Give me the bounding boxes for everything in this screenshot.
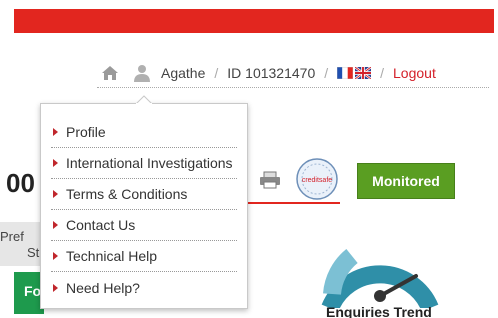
preferences-label-line2: St	[27, 245, 40, 260]
top-banner	[14, 9, 494, 33]
badge-text: creditsafe	[302, 177, 332, 184]
menu-item-label: Contact Us	[66, 217, 136, 233]
flag-gb-icon[interactable]	[355, 66, 372, 79]
language-flags	[337, 66, 372, 79]
arrow-right-icon	[53, 190, 58, 198]
menu-list: Profile International Investigations Ter…	[41, 104, 247, 303]
user-dropdown-menu: Profile International Investigations Ter…	[40, 103, 248, 309]
heading-underline	[248, 202, 340, 204]
user-id: ID 101321470	[227, 64, 316, 81]
separator: /	[380, 64, 385, 81]
menu-item-contact-us[interactable]: Contact Us	[51, 210, 237, 241]
arrow-right-icon	[53, 221, 58, 229]
arrow-right-icon	[53, 128, 58, 136]
green-action-label: Fo	[24, 283, 42, 299]
menu-item-technical-help[interactable]: Technical Help	[51, 241, 237, 272]
logout-link[interactable]: Logout	[393, 65, 436, 81]
arrow-right-icon	[53, 283, 58, 292]
flag-fr-icon[interactable]	[337, 66, 354, 79]
menu-item-label: Terms & Conditions	[66, 186, 188, 202]
username[interactable]: Agathe	[161, 65, 205, 81]
home-icon[interactable]	[101, 65, 119, 81]
menu-item-profile[interactable]: Profile	[51, 117, 237, 148]
menu-item-label: Technical Help	[66, 248, 158, 264]
menu-item-label: Profile	[66, 124, 106, 140]
arrow-right-icon	[53, 252, 58, 260]
preferences-label: Pref	[0, 229, 24, 244]
menu-item-international-investigations[interactable]: International Investigations	[51, 148, 237, 179]
monitored-button[interactable]: Monitored	[357, 163, 455, 199]
menu-item-label: International Investigations	[66, 155, 233, 171]
menu-item-terms[interactable]: Terms & Conditions	[51, 179, 237, 210]
gauge-title: Enquiries Trend	[326, 304, 432, 318]
printer-icon[interactable]	[259, 171, 281, 189]
dropdown-caret	[136, 95, 152, 104]
arrow-right-icon	[53, 159, 58, 167]
creditsafe-badge-icon[interactable]: creditsafe	[295, 157, 339, 201]
user-bar: Agathe / ID 101321470 / / Logout	[97, 58, 489, 88]
user-icon[interactable]	[133, 64, 151, 82]
separator: /	[324, 64, 329, 81]
gauge-icon	[321, 248, 439, 308]
page-heading-fragment: 00	[6, 168, 35, 198]
separator: /	[214, 64, 219, 81]
menu-item-need-help[interactable]: Need Help?	[51, 272, 237, 303]
menu-item-label: Need Help?	[66, 279, 140, 296]
